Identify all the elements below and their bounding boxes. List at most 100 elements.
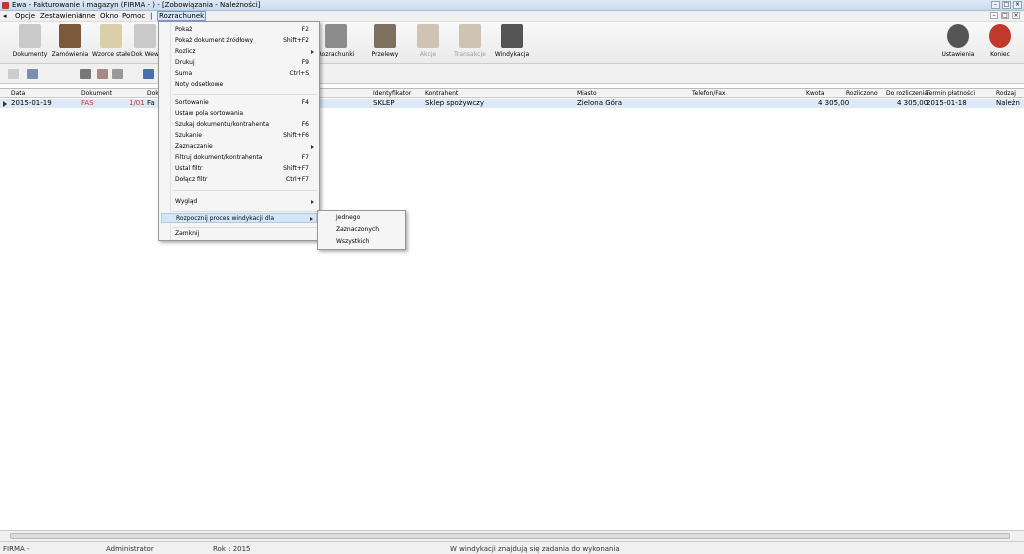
col-due-date[interactable]: Termin płatności (926, 90, 975, 97)
menu-item-interest-notes[interactable]: Noty odsetkowe (175, 80, 317, 90)
mdi-restore-button[interactable]: □ (1001, 12, 1009, 19)
documents-icon (19, 24, 41, 48)
debt-collection-button[interactable]: Windykacja (493, 24, 531, 58)
menu-item-appearance[interactable]: Wygląd (175, 197, 317, 207)
menu-okno[interactable]: Okno (100, 12, 118, 20)
transfers-icon (374, 24, 396, 48)
orders-button[interactable]: Zamówienia (51, 24, 89, 58)
menu-item-searching[interactable]: Szukanie Shift+F6 (175, 131, 317, 141)
col-contractor[interactable]: Kontrahent (425, 90, 458, 97)
close-button[interactable]: × (1013, 1, 1022, 9)
col-phone[interactable]: Telefon/Fax (692, 90, 725, 97)
status-user: Administrator (106, 545, 154, 553)
settlements-button[interactable]: Rozrachunki (317, 24, 355, 58)
scrollbar-thumb[interactable] (10, 533, 1010, 539)
menu-rozrachunek[interactable]: Rozrachunek (157, 11, 207, 21)
secondary-toolbar (0, 64, 1024, 84)
menu-zestawienia[interactable]: Zestawienia (40, 12, 82, 20)
edit-icon[interactable] (8, 69, 19, 79)
documents-button[interactable]: Dokumenty (11, 24, 49, 58)
col-dok[interactable]: Dok (147, 90, 159, 97)
menu-separator: | (150, 12, 153, 20)
menu-item-print[interactable]: Drukuj F9 (175, 58, 317, 68)
debt-collection-submenu: Jednego Zaznaczonych Wszystkich (317, 210, 406, 250)
templates-button[interactable]: Wzorce stałe (92, 24, 131, 58)
menu-item-sort-fields[interactable]: Ustaw pola sortowania (175, 109, 317, 119)
menu-item-close[interactable]: Zamknij (175, 229, 317, 239)
col-city[interactable]: Miasto (577, 90, 597, 97)
col-identifier[interactable]: Identyfikator (373, 90, 411, 97)
settlements-icon (325, 24, 347, 48)
internal-docs-icon (133, 24, 156, 48)
menu-item-show-source[interactable]: Pokaż dokument źródłowy Shift+F2 (175, 36, 317, 46)
menu-item-start-debt-collection[interactable]: Rozpocznij proces windykacji dla (161, 213, 317, 223)
menu-separator (173, 94, 317, 95)
status-company: FIRMA - (3, 545, 30, 553)
transactions-icon (459, 24, 481, 48)
transactions-button[interactable]: Transakcje (451, 24, 489, 58)
internal-docs-button[interactable]: Dok Wew (131, 24, 158, 58)
mdi-close-button[interactable]: × (1012, 12, 1020, 19)
menu-inne[interactable]: Inne (80, 12, 95, 20)
row-indicator-icon (3, 101, 7, 107)
col-document[interactable]: Dokument (81, 90, 112, 97)
menu-item-marking[interactable]: Zaznaczanie (175, 142, 317, 152)
print-icon[interactable] (112, 69, 123, 79)
app-icon (2, 2, 9, 9)
submenu-arrow-icon (311, 50, 314, 54)
menu-item-show[interactable]: Pokaż F2 (175, 25, 317, 35)
status-year: Rok : 2015 (213, 545, 251, 553)
actions-button[interactable]: Akcje (409, 24, 447, 58)
menu-item-search-doc[interactable]: Szukaj dokumentu/kontrahenta F6 (175, 120, 317, 130)
settings-gear-icon (947, 24, 969, 48)
templates-icon (100, 24, 122, 48)
menu-item-add-filter[interactable]: Dołącz filtr Ctrl+F7 (175, 175, 317, 185)
menu-item-set-filter[interactable]: Ustal filtr Shift+F7 (175, 164, 317, 174)
submenu-arrow-icon (311, 200, 314, 204)
menu-separator (173, 227, 317, 228)
menu-item-sorting[interactable]: Sortowanie F4 (175, 98, 317, 108)
power-icon (989, 24, 1011, 48)
menu-separator (173, 190, 317, 191)
percent-icon[interactable] (97, 69, 108, 79)
menu-opcje[interactable]: Opcje (15, 12, 35, 20)
status-message: W windykacji znajdują się zadania do wyk… (450, 545, 620, 553)
horizontal-scrollbar[interactable] (0, 530, 1024, 541)
mdi-minimize-button[interactable]: – (990, 12, 998, 19)
menu-item-filter-doc[interactable]: Filtruj dokument/kontrahenta F7 (175, 153, 317, 163)
submenu-arrow-icon (310, 217, 313, 221)
sort-icon[interactable] (143, 69, 154, 79)
col-to-settle[interactable]: Do rozliczenia (886, 90, 928, 97)
menu-item-settle[interactable]: Rozlicz (175, 47, 317, 57)
col-date[interactable]: Data (11, 90, 25, 97)
col-amount[interactable]: Kwota (806, 90, 825, 97)
table-row[interactable]: 2015-01-19 FAS 1/01 Fa SKLEP Sklep spoży… (0, 99, 1024, 108)
maximize-button[interactable]: □ (1002, 1, 1011, 9)
menu-bar: ◂ Opcje Zestawienia Inne Okno Pomoc | Ro… (0, 11, 1024, 22)
submenu-item-selected[interactable]: Zaznaczonych (336, 225, 379, 235)
sum-icon[interactable] (80, 69, 91, 79)
submenu-item-all[interactable]: Wszystkich (336, 237, 369, 247)
submenu-item-one[interactable]: Jednego (336, 213, 360, 223)
menu-separator (173, 211, 317, 212)
pencil-icon[interactable] (27, 69, 38, 79)
menu-icon[interactable]: ◂ (3, 12, 7, 20)
window-title: Ewa - Fakturowanie i magazyn (FIRMA - ) … (12, 1, 261, 9)
main-toolbar: Dokumenty Zamówienia Wzorce stałe Dok We… (0, 22, 1024, 64)
receivables-grid: Data Dokument Dok Identyfikator Kontrahe… (0, 88, 1024, 530)
grid-header: Data Dokument Dok Identyfikator Kontrahe… (0, 89, 1024, 98)
menu-pomoc[interactable]: Pomoc (122, 12, 145, 20)
rozrachunek-dropdown-menu: Pokaż F2 Pokaż dokument źródłowy Shift+F2 … (158, 21, 320, 241)
exit-button[interactable]: Koniec (981, 24, 1019, 58)
settings-button[interactable]: Ustawienia (939, 24, 977, 58)
submenu-arrow-icon (311, 145, 314, 149)
menu-item-sum[interactable]: Suma Ctrl+S (175, 69, 317, 79)
title-bar: Ewa - Fakturowanie i magazyn (FIRMA - ) … (0, 0, 1024, 11)
orders-icon (59, 24, 81, 48)
transfers-button[interactable]: Przelewy (366, 24, 404, 58)
col-kind[interactable]: Rodzaj (996, 90, 1016, 97)
col-settled[interactable]: Rozliczono (846, 90, 878, 97)
status-bar: FIRMA - Administrator Rok : 2015 W windy… (0, 541, 1024, 554)
minimize-button[interactable]: – (991, 1, 1000, 9)
debt-collection-icon (501, 24, 523, 48)
